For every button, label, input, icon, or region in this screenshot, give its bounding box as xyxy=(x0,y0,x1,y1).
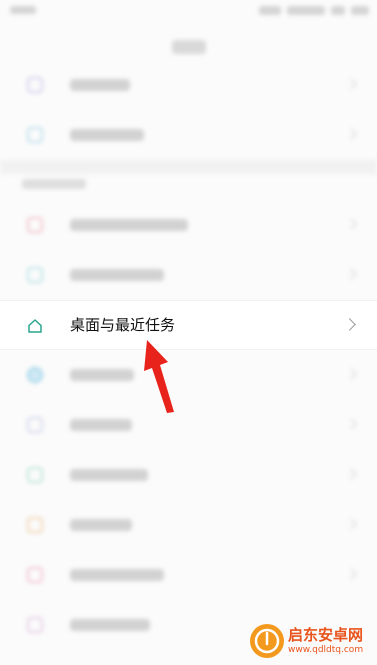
settings-row-2[interactable] xyxy=(0,110,377,160)
settings-row-icon xyxy=(27,217,43,233)
watermark-logo xyxy=(250,624,284,658)
chevron-right-icon xyxy=(345,518,357,530)
settings-row-icon xyxy=(27,367,43,383)
settings-row-label: 桌面与最近任务 xyxy=(70,316,176,334)
chevron-right-icon xyxy=(345,368,357,380)
section-header xyxy=(22,179,86,189)
settings-row-icon xyxy=(27,77,43,93)
red-arrow-annotation xyxy=(144,340,174,413)
section-divider xyxy=(0,160,377,174)
watermark-brand: 启东安卓网 xyxy=(288,626,364,644)
chevron-right-icon xyxy=(345,418,357,430)
settings-row-label xyxy=(70,469,148,481)
settings-row-label xyxy=(70,419,132,431)
chevron-right-icon xyxy=(345,468,357,480)
watermark: 启东安卓网 www.qdldtq.com xyxy=(250,624,375,662)
settings-row-label xyxy=(70,129,144,141)
status-time xyxy=(10,6,36,14)
settings-row-1[interactable] xyxy=(0,60,377,110)
home-icon xyxy=(28,319,42,333)
settings-row-label xyxy=(70,369,134,381)
settings-row-label xyxy=(70,519,132,531)
chevron-right-icon xyxy=(345,268,357,280)
settings-row-10[interactable] xyxy=(0,550,377,600)
settings-row-6[interactable] xyxy=(0,350,377,400)
settings-row-7[interactable] xyxy=(0,400,377,450)
page-title xyxy=(172,40,206,54)
settings-row-3[interactable] xyxy=(0,200,377,250)
settings-row-icon xyxy=(27,127,43,143)
settings-row-label xyxy=(70,219,188,231)
chevron-right-icon xyxy=(343,318,356,331)
settings-row-desktop-recent-tasks[interactable]: 桌面与最近任务 xyxy=(0,300,377,350)
chevron-right-icon xyxy=(345,78,357,90)
chevron-right-icon xyxy=(345,128,357,140)
settings-row-label xyxy=(70,269,164,281)
settings-row-label xyxy=(70,569,164,581)
settings-row-icon xyxy=(27,567,43,583)
settings-screen: 桌面与最近任务 启东安卓网 www.qdldtq.com xyxy=(0,0,377,665)
status-bar xyxy=(0,0,377,26)
chevron-right-icon xyxy=(345,218,357,230)
settings-row-label xyxy=(70,79,130,91)
settings-row-icon xyxy=(27,267,43,283)
settings-row-label xyxy=(70,619,150,631)
chevron-right-icon xyxy=(345,568,357,580)
settings-row-icon xyxy=(27,517,43,533)
settings-row-4[interactable] xyxy=(0,250,377,300)
settings-row-icon xyxy=(27,417,43,433)
settings-row-9[interactable] xyxy=(0,500,377,550)
settings-row-icon xyxy=(27,617,43,633)
watermark-url: www.qdldtq.com xyxy=(288,645,364,655)
settings-row-8[interactable] xyxy=(0,450,377,500)
settings-row-icon xyxy=(27,467,43,483)
status-icons xyxy=(259,6,369,15)
